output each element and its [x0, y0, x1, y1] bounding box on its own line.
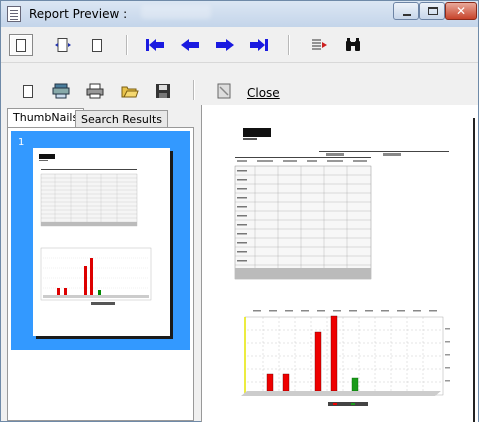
- close-icon: ✕: [455, 4, 467, 18]
- minimize-button[interactable]: [393, 2, 419, 20]
- goto-page-icon: [312, 39, 327, 50]
- full-page-icon: [92, 38, 102, 52]
- action-toolbar: [1, 74, 478, 108]
- find-button[interactable]: [341, 34, 365, 56]
- open-folder-icon: [121, 86, 139, 98]
- report-preview-window: Report Preview : ✕ Close ThumbNails Sear…: [0, 0, 479, 422]
- tab-thumbnails[interactable]: ThumbNails: [7, 108, 85, 128]
- close-document-icon: [217, 83, 231, 99]
- report-page: [233, 116, 473, 422]
- close-window-button[interactable]: ✕: [445, 2, 477, 20]
- thumbnail-page: [33, 148, 170, 336]
- thumbnail-page-graphic: [39, 154, 152, 305]
- export-button[interactable]: [50, 80, 74, 102]
- thumbnail-page-number: 1: [18, 137, 25, 148]
- navigation-toolbar: [1, 27, 478, 63]
- previous-page-icon: [181, 39, 199, 51]
- printer-icon: [86, 83, 104, 99]
- blurred-title-area: [141, 5, 211, 19]
- last-page-icon: [250, 39, 268, 51]
- print-button[interactable]: [83, 80, 107, 102]
- thumbnail-item[interactable]: 1: [11, 131, 190, 350]
- full-page-button[interactable]: [85, 34, 109, 56]
- toolbar-separator: [288, 35, 289, 55]
- close-preview-icon-button[interactable]: [212, 80, 236, 102]
- report-page-graphic: [234, 128, 450, 406]
- page-width-icon: [55, 38, 71, 52]
- document-icon: [23, 84, 33, 98]
- next-page-button[interactable]: [213, 34, 237, 56]
- save-button[interactable]: [151, 80, 175, 102]
- maximize-button[interactable]: [419, 2, 445, 20]
- minimize-icon: [403, 14, 411, 16]
- last-page-button[interactable]: [247, 34, 271, 56]
- maximize-icon: [428, 7, 438, 15]
- single-page-button[interactable]: [9, 34, 33, 56]
- save-icon: [156, 84, 170, 98]
- window-title: Report Preview :: [29, 7, 128, 21]
- new-document-button[interactable]: [16, 80, 40, 102]
- close-button[interactable]: Close: [247, 86, 280, 100]
- toolbar-separator: [193, 80, 194, 100]
- first-page-icon: [146, 39, 164, 51]
- binoculars-icon: [346, 38, 360, 51]
- title-bar: Report Preview : ✕: [1, 1, 478, 27]
- previous-page-button[interactable]: [178, 34, 202, 56]
- single-page-icon: [16, 38, 26, 52]
- toolbar-separator: [126, 35, 127, 55]
- next-page-icon: [216, 39, 234, 51]
- goto-page-button[interactable]: [307, 34, 331, 56]
- tab-search-results[interactable]: Search Results: [75, 110, 169, 128]
- report-app-icon: [7, 6, 21, 22]
- first-page-button[interactable]: [143, 34, 167, 56]
- page-width-button[interactable]: [51, 34, 75, 56]
- open-button[interactable]: [118, 80, 142, 102]
- export-icon: [52, 83, 70, 99]
- thumbnail-panel: 1: [7, 127, 194, 421]
